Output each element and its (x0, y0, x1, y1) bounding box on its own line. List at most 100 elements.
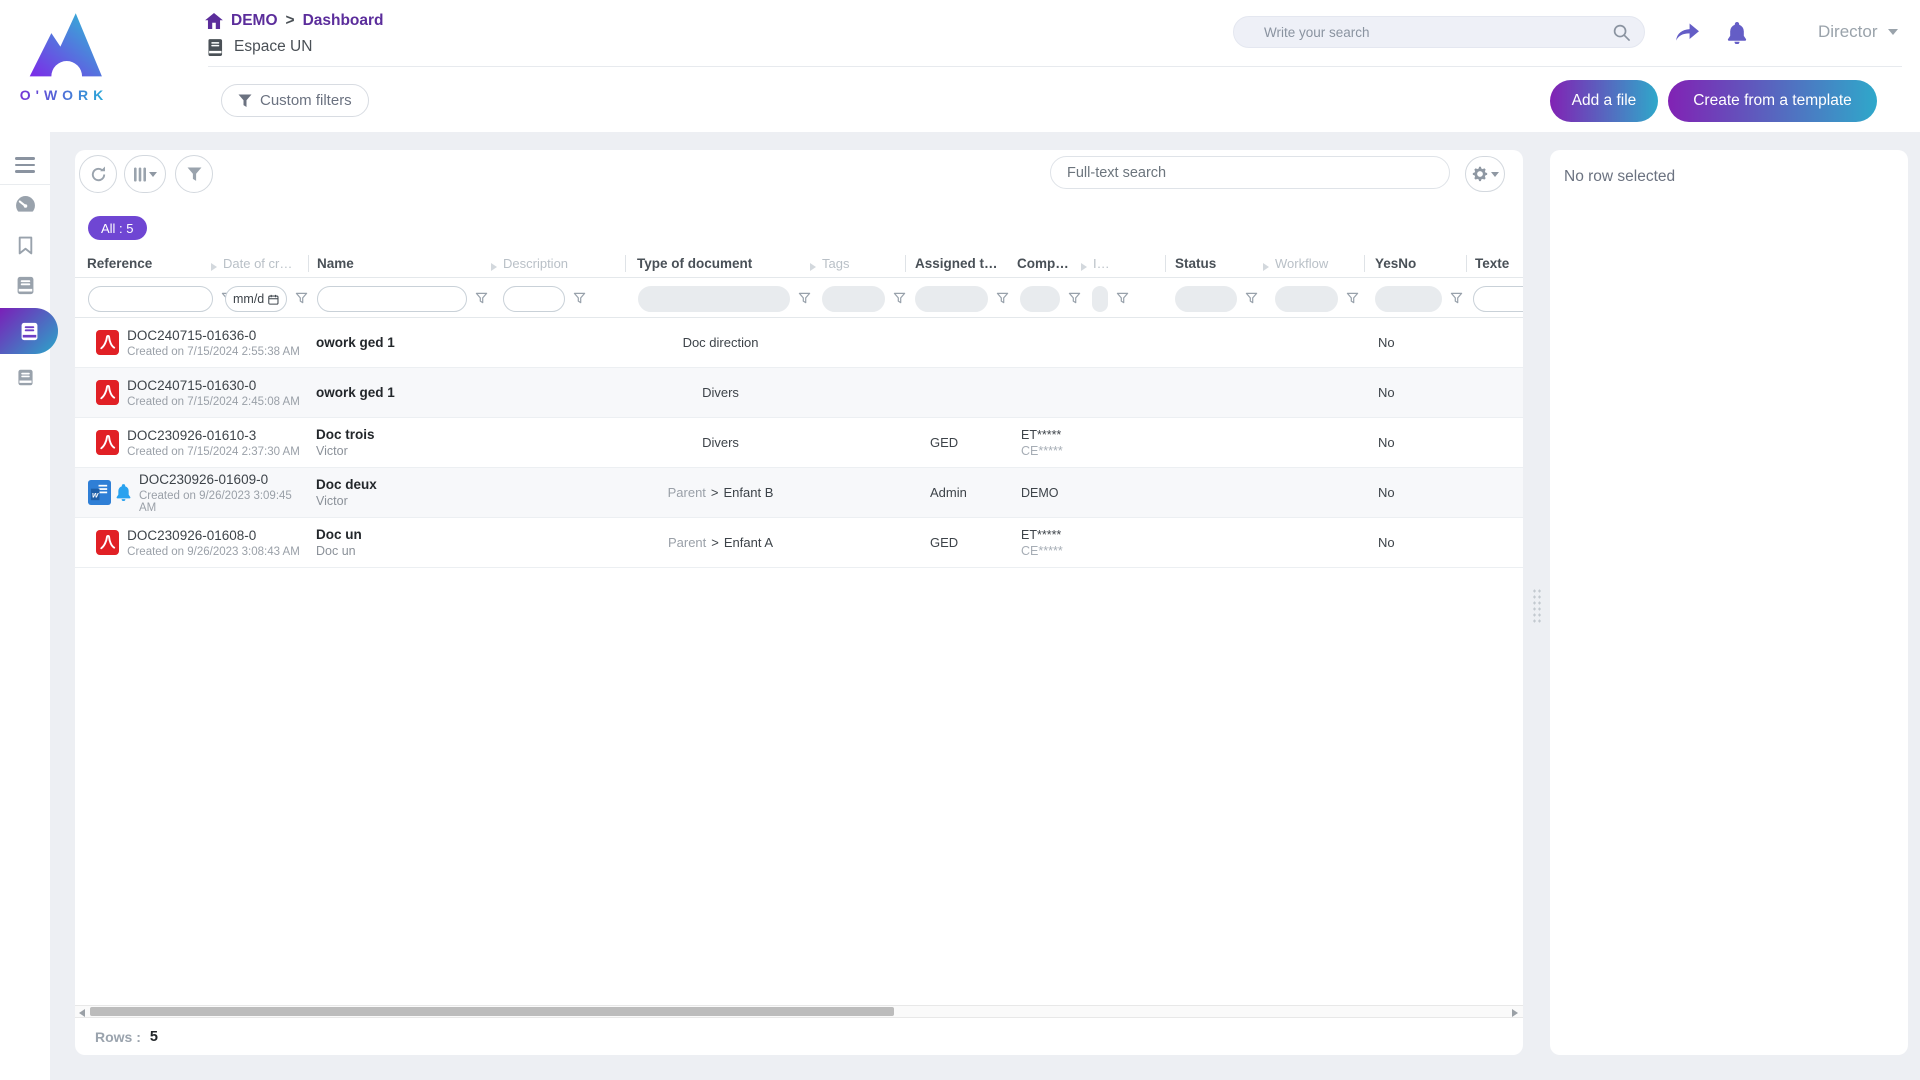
assigned-value: GED (930, 535, 1010, 550)
scrollbar-thumb[interactable] (90, 1007, 894, 1016)
column-header-7[interactable]: Comp… (1017, 256, 1069, 271)
document-name: Doc un (316, 527, 492, 542)
column-expand-5[interactable] (809, 259, 817, 277)
app-logo[interactable]: O'WORK (14, 6, 114, 103)
breadcrumb-home[interactable]: DEMO (231, 12, 278, 30)
table-row[interactable]: w DOC230926-01609-0 Created on 9/26/2023… (75, 468, 1523, 518)
table-row[interactable]: w DOC240715-01630-0 Created on 7/15/2024… (75, 368, 1523, 418)
panel-resize-handle[interactable] (1532, 588, 1542, 624)
notifications-button[interactable] (1727, 22, 1747, 47)
filter-menu-2[interactable] (475, 292, 488, 310)
sidebar-item-archive[interactable] (0, 357, 50, 397)
calendar-icon (268, 293, 279, 306)
filter-menu-11[interactable] (1450, 292, 1463, 310)
filter-funnel-icon[interactable] (1450, 292, 1463, 305)
comp-cell (1010, 318, 1075, 367)
column-header-3[interactable]: Description (503, 256, 568, 271)
settings-button[interactable] (1465, 156, 1505, 192)
share-button[interactable] (1675, 22, 1700, 46)
global-search[interactable] (1233, 16, 1645, 48)
filter-funnel-icon[interactable] (996, 292, 1009, 305)
document-reference: DOC230926-01608-0 (127, 528, 300, 543)
custom-filters-button[interactable]: Custom filters (221, 84, 369, 117)
filter-funnel-icon[interactable] (1116, 292, 1129, 305)
breadcrumb-current[interactable]: Dashboard (303, 12, 384, 30)
column-header-10[interactable]: Workflow (1275, 256, 1328, 271)
filter-input-2[interactable] (317, 286, 467, 312)
table-row[interactable]: w DOC240715-01636-0 Created on 7/15/2024… (75, 318, 1523, 368)
column-expand-1[interactable] (210, 259, 218, 277)
expand-column-icon[interactable] (490, 262, 498, 272)
table-row[interactable]: w DOC230926-01610-3 Created on 7/15/2024… (75, 418, 1523, 468)
fulltext-search-input[interactable] (1067, 165, 1433, 181)
funnel-icon (238, 94, 252, 108)
filter-menu-9[interactable] (1245, 292, 1258, 310)
user-role-menu[interactable]: Director (1818, 22, 1898, 42)
filter-funnel-icon[interactable] (475, 292, 488, 305)
speedometer-icon (15, 195, 36, 216)
column-expand-3[interactable] (490, 259, 498, 277)
refresh-button[interactable] (79, 155, 117, 193)
column-header-0[interactable]: Reference (87, 256, 152, 271)
filter-funnel-icon[interactable] (573, 292, 586, 305)
sidebar-item-espace-un-active[interactable] (0, 308, 58, 354)
sidebar-menu-toggle[interactable] (0, 146, 50, 184)
filter-menu-3[interactable] (573, 292, 586, 310)
refresh-icon (89, 165, 108, 184)
filter-input-3[interactable] (503, 286, 565, 312)
column-header-8[interactable]: I… (1093, 256, 1110, 271)
filter-menu-8[interactable] (1116, 292, 1129, 310)
create-from-template-button[interactable]: Create from a template (1668, 80, 1877, 122)
scroll-right-arrow[interactable] (1512, 1009, 1518, 1017)
column-header-5[interactable]: Tags (822, 256, 849, 271)
filter-menu-10[interactable] (1346, 292, 1359, 310)
fulltext-search[interactable] (1050, 156, 1450, 189)
svg-text:w: w (92, 490, 99, 499)
column-header-11[interactable]: YesNo (1375, 256, 1416, 271)
sidebar-item-documents[interactable] (0, 265, 50, 305)
status-cell (1165, 468, 1255, 517)
filters-button[interactable] (175, 155, 213, 193)
global-search-input[interactable] (1264, 25, 1613, 40)
column-header-9[interactable]: Status (1175, 256, 1216, 271)
column-header-6[interactable]: Assigned t… (915, 256, 998, 271)
scroll-left-arrow[interactable] (79, 1009, 85, 1017)
expand-column-icon[interactable] (1262, 262, 1270, 272)
column-header-2[interactable]: Name (317, 256, 354, 271)
filter-funnel-icon[interactable] (893, 292, 906, 305)
filter-funnel-icon[interactable] (1346, 292, 1359, 305)
expand-column-icon[interactable] (210, 262, 218, 272)
table-row[interactable]: w DOC230926-01608-0 Created on 9/26/2023… (75, 518, 1523, 568)
tab-all-count[interactable]: All : 5 (88, 216, 147, 240)
search-icon[interactable] (1613, 24, 1630, 41)
columns-button[interactable] (124, 155, 166, 193)
filter-funnel-icon[interactable] (1245, 292, 1258, 305)
filter-funnel-icon[interactable] (295, 292, 308, 305)
assigned-cell (905, 318, 1010, 367)
sidebar-item-dashboard[interactable] (0, 185, 50, 225)
column-header-1[interactable]: Date of cr… (223, 256, 292, 271)
filter-menu-1[interactable] (295, 292, 308, 310)
filter-funnel-icon[interactable] (798, 292, 811, 305)
horizontal-scrollbar[interactable] (75, 1005, 1523, 1018)
home-icon[interactable] (205, 13, 223, 29)
filter-funnel-icon[interactable] (1068, 292, 1081, 305)
filter-input-12[interactable] (1473, 286, 1523, 312)
column-header-4[interactable]: Type of document (637, 256, 752, 271)
filter-menu-4[interactable] (798, 292, 811, 310)
filter-input-1[interactable]: mm/d (225, 286, 287, 312)
filter-menu-7[interactable] (1068, 292, 1081, 310)
sidebar-item-bookmarks[interactable] (0, 225, 50, 265)
document-type-cell: > Divers (625, 418, 803, 467)
column-header-12[interactable]: Texte (1475, 256, 1509, 271)
filter-menu-5[interactable] (893, 292, 906, 310)
add-file-button[interactable]: Add a file (1550, 80, 1658, 122)
filter-menu-6[interactable] (996, 292, 1009, 310)
expand-column-icon[interactable] (809, 262, 817, 272)
column-expand-8[interactable] (1080, 259, 1088, 277)
column-expand-10[interactable] (1262, 259, 1270, 277)
expand-column-icon[interactable] (1080, 262, 1088, 272)
column-divider (1466, 255, 1467, 272)
filter-input-0[interactable] (88, 286, 213, 312)
description-cell (492, 518, 625, 567)
